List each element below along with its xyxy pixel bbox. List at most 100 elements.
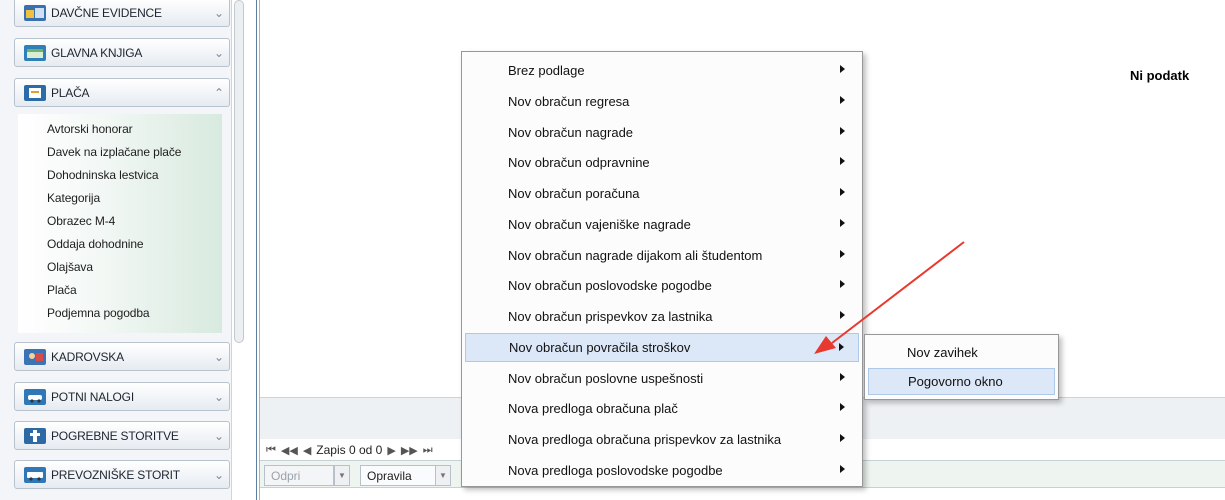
menu-item-student-bonus[interactable]: Nov obračun nagrade dijakom ali študento… (465, 241, 859, 270)
sidebar-section-label: KADROVSKA (51, 349, 124, 364)
menu-item-label: Brez podlage (508, 63, 585, 78)
sidebar-section-personnel[interactable]: KADROVSKA ⌄ (14, 342, 230, 371)
tasks-dropdown-chevron-icon[interactable]: ▼ (435, 465, 451, 486)
menu-item-owner-contributions-template[interactable]: Nova predloga obračuna prispevkov za las… (465, 425, 859, 454)
sidebar-section-label: POTNI NALOGI (51, 389, 134, 404)
menu-item-label: Nov obračun poslovne uspešnosti (508, 371, 704, 386)
chevron-down-icon: ⌄ (213, 467, 225, 482)
submenu-arrow-icon (840, 434, 845, 442)
sidebar-section-label: POGREBNE STORITVE (51, 428, 179, 443)
menu-item-owner-contributions[interactable]: Nov obračun prispevkov za lastnika (465, 302, 859, 331)
tasks-context-menu: Brez podlage Nov obračun regresa Nov obr… (461, 51, 863, 487)
sidebar-item-allowance[interactable]: Olajšava (47, 260, 93, 274)
chevron-down-icon: ⌄ (213, 389, 225, 404)
menu-item-payroll-template[interactable]: Nova predloga obračuna plač (465, 394, 859, 423)
sidebar-scrollbar[interactable] (234, 0, 244, 343)
menu-item-managerial-contract[interactable]: Nov obračun poslovodske pogodbe (465, 271, 859, 300)
menu-item-bonus[interactable]: Nov obračun nagrade (465, 118, 859, 147)
open-mode-submenu: Nov zavihek Pogovorno okno (864, 334, 1059, 400)
menu-item-managerial-contract-template[interactable]: Nova predloga poslovodske pogodbe (465, 456, 859, 485)
menu-item-label: Nov obračun prispevkov za lastnika (508, 309, 713, 324)
sidebar-item-form-m4[interactable]: Obrazec M-4 (47, 214, 115, 228)
menu-item-expense-reimbursement[interactable]: Nov obračun povračila stroškov (465, 333, 859, 362)
sidebar-item-service-contract[interactable]: Podjemna pogodba (47, 306, 150, 320)
module-sidebar: DAVČNE EVIDENCE ⌄ GLAVNA KNJIGA ⌄ PLAČA … (0, 0, 232, 500)
menu-item-label: Nov obračun poslovodske pogodbe (508, 278, 712, 293)
submenu-arrow-icon (840, 157, 845, 165)
sidebar-section-label: PREVOZNIŠKE STORIT (51, 467, 180, 482)
sidebar-section-general-ledger[interactable]: GLAVNA KNJIGA ⌄ (14, 38, 230, 67)
menu-item-label: Nov obračun odpravnine (508, 155, 650, 170)
personnel-icon (24, 348, 46, 365)
record-counter: Zapis 0 od 0 (316, 443, 383, 457)
menu-item-apprentice-bonus[interactable]: Nov obračun vajeniške nagrade (465, 210, 859, 239)
general-ledger-icon (24, 44, 46, 61)
travel-orders-icon (24, 388, 46, 405)
menu-item-label: Nov obračun povračila stroškov (509, 340, 691, 355)
submenu-arrow-icon (840, 127, 845, 135)
sidebar-item-category[interactable]: Kategorija (47, 191, 100, 205)
menu-item-without-basis[interactable]: Brez podlage (465, 56, 859, 85)
payroll-icon (24, 84, 46, 101)
sidebar-section-travel-orders[interactable]: POTNI NALOGI ⌄ (14, 382, 230, 411)
menu-item-label: Nov obračun nagrade (508, 125, 634, 140)
menu-item-severance[interactable]: Nov obračun odpravnine (465, 148, 859, 177)
submenu-arrow-icon (840, 219, 845, 227)
menu-item-label: Nov obračun regresa (508, 94, 630, 109)
sidebar-item-income-tax-submission[interactable]: Oddaja dohodnine (47, 237, 144, 251)
menu-item-label: Nov obračun vajeniške nagrade (508, 217, 691, 232)
sidebar-item-author-fee[interactable]: Avtorski honorar (47, 122, 133, 136)
chevron-down-icon: ⌄ (213, 45, 225, 60)
submenu-arrow-icon (840, 403, 845, 411)
menu-item-label: Nova predloga obračuna plač (508, 401, 678, 416)
last-record-icon[interactable]: ⏭ (423, 444, 433, 457)
submenu-arrow-icon (840, 311, 845, 319)
chevron-down-icon: ⌄ (213, 349, 225, 364)
sidebar-section-label: PLAČA (51, 85, 90, 100)
open-button[interactable]: Odpri (264, 465, 334, 486)
tax-records-icon (24, 4, 46, 21)
menu-item-holiday-allowance[interactable]: Nov obračun regresa (465, 87, 859, 116)
funeral-services-icon (24, 427, 46, 444)
sidebar-item-income-tax-scale[interactable]: Dohodninska lestvica (47, 168, 159, 182)
menu-item-back-pay[interactable]: Nov obračun poračuna (465, 179, 859, 208)
no-data-message: Ni podatk (1130, 68, 1190, 83)
previous-record-icon[interactable]: ◀ (303, 444, 311, 457)
sidebar-section-payroll[interactable]: PLAČA ⌃ (14, 78, 230, 107)
next-page-icon[interactable]: ▶▶ (401, 444, 418, 457)
previous-page-icon[interactable]: ◀◀ (281, 444, 298, 457)
sidebar-item-tax-on-paid-salaries[interactable]: Davek na izplačane plače (47, 145, 181, 159)
payroll-item-list: Avtorski honorar Davek na izplačane plač… (18, 114, 222, 333)
sidebar-section-tax-records[interactable]: DAVČNE EVIDENCE ⌄ (14, 0, 230, 27)
menu-item-label: Nova predloga poslovodske pogodbe (508, 463, 723, 478)
submenu-arrow-icon (840, 250, 845, 258)
sidebar-section-transport-services[interactable]: PREVOZNIŠKE STORIT ⌄ (14, 460, 230, 489)
next-record-icon[interactable]: ▶ (387, 444, 395, 457)
sidebar-section-label: DAVČNE EVIDENCE (51, 5, 162, 20)
chevron-down-icon: ⌄ (213, 428, 225, 443)
chevron-up-icon: ⌃ (213, 85, 225, 100)
first-record-icon[interactable]: ⏮ (266, 444, 276, 457)
menu-item-label: Nov obračun nagrade dijakom ali študento… (508, 248, 763, 263)
menu-item-performance-bonus[interactable]: Nov obračun poslovne uspešnosti (465, 364, 859, 393)
menu-item-label: Nova predloga obračuna prispevkov za las… (508, 432, 782, 447)
transport-services-icon (24, 466, 46, 483)
submenu-arrow-icon (840, 96, 845, 104)
sidebar-section-label: GLAVNA KNJIGA (51, 45, 143, 60)
app-window: DAVČNE EVIDENCE ⌄ GLAVNA KNJIGA ⌄ PLAČA … (0, 0, 1225, 500)
submenu-arrow-icon (840, 373, 845, 381)
submenu-arrow-icon (840, 188, 845, 196)
chevron-down-icon: ⌄ (213, 5, 225, 20)
record-navigator: ⏮ ◀◀ ◀ Zapis 0 od 0 ▶ ▶▶ ⏭ (266, 443, 438, 457)
submenu-item-new-tab[interactable]: Nov zavihek (868, 339, 1055, 366)
open-dropdown-chevron-icon[interactable]: ▼ (334, 465, 350, 486)
submenu-arrow-icon (840, 465, 845, 473)
pane-divider[interactable] (256, 0, 257, 500)
submenu-arrow-icon (840, 65, 845, 73)
sidebar-item-salary[interactable]: Plača (47, 283, 77, 297)
sidebar-section-funeral-services[interactable]: POGREBNE STORITVE ⌄ (14, 421, 230, 450)
tasks-button[interactable]: Opravila (360, 465, 436, 486)
submenu-item-dialog-window[interactable]: Pogovorno okno (868, 368, 1055, 395)
submenu-arrow-icon (839, 343, 844, 351)
menu-item-label: Nov obračun poračuna (508, 186, 640, 201)
